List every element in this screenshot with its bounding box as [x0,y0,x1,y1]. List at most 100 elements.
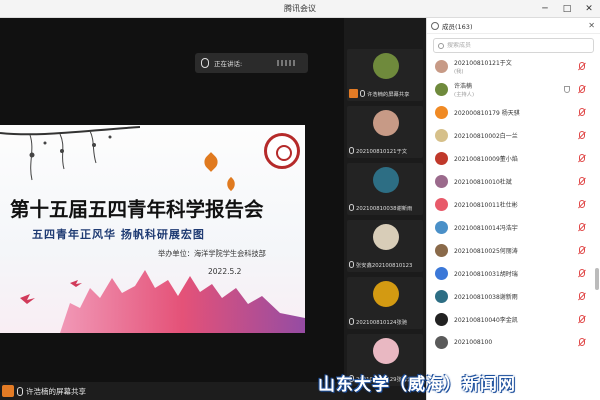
tile-label: 许浩楠的屏幕共享 [347,88,423,99]
speaking-indicator: 正在讲话: [195,53,308,73]
video-tile[interactable]: 张安鑫202100810123 [347,220,423,272]
minimize-icon[interactable]: ─ [540,3,550,15]
avatar [373,281,399,307]
member-row[interactable]: 202100810011杜仕彬 [427,193,600,216]
mic-muted-icon[interactable] [579,223,585,231]
member-list: 202100810121于文 (我) 许浩楠 (主持人) 202000810179 杨天… [427,55,600,354]
member-row[interactable]: 202100810002白一兰 [427,124,600,147]
search-icon [438,42,444,49]
member-row[interactable]: 202100810121于文 (我) [427,55,600,78]
member-name: 202100810025何丽涛 [454,248,518,255]
scrollbar[interactable] [595,268,599,290]
shared-screen-area: 正在讲话: 第十五届五四青年科学报告会 五四青年正风华 扬帆科研展宏图 举办单位… [0,18,344,400]
member-role: (主持人) [454,92,475,98]
mic-icon [349,147,354,154]
member-name: 202100810038谢新雨 [454,294,518,301]
screen-share-bar[interactable]: 许浩楠的屏幕共享 [0,382,344,400]
watermark: 山东大学（威海）新闻网 [318,375,516,395]
member-name: 2021008100 [454,339,493,346]
avatar [435,290,448,303]
members-title: 成员(163) [442,22,473,31]
member-name: 202100810002白一兰 [454,133,518,140]
video-tile[interactable]: 许浩楠的屏幕共享 [347,49,423,101]
share-label: 许浩楠的屏幕共享 [26,386,86,396]
avatar [435,198,448,211]
mic-muted-icon[interactable] [579,292,585,300]
member-row[interactable]: 202100810025何丽涛 [427,239,600,262]
member-name: 202100810014冯浩宇 [454,225,518,232]
avatar [435,129,448,142]
tile-label: 张安鑫202100810123 [347,259,423,270]
member-name: 202100810121于文 [454,60,512,67]
mic-muted-icon[interactable] [579,131,585,139]
member-row[interactable]: 202100810010杜斌 [427,170,600,193]
member-row[interactable]: 202100810040李金凯 [427,308,600,331]
member-name: 202000810179 杨天骐 [454,110,520,117]
mic-muted-icon[interactable] [579,200,585,208]
avatar [435,175,448,188]
member-name: 202100810010杜斌 [454,179,512,186]
mic-muted-icon[interactable] [579,269,585,277]
avatar [435,267,448,280]
avatar [435,313,448,326]
university-logo [264,133,300,169]
slide-title: 第十五届五四青年科学报告会 [10,198,264,221]
tree-branch-decoration [0,126,140,181]
member-search[interactable] [433,38,594,53]
avatar [373,167,399,193]
mic-muted-icon[interactable] [579,154,585,162]
screen-share-icon [349,89,358,98]
mic-muted-icon[interactable] [579,246,585,254]
search-input[interactable] [447,42,587,49]
window-controls: ─ □ ✕ [540,3,594,15]
slide-subtitle: 五四青年正风华 扬帆科研展宏图 [32,228,205,241]
member-row[interactable]: 202100810009董小焰 [427,147,600,170]
participant-name: 202100810038谢新雨 [356,205,413,212]
participant-name: 202100810121于文 [356,148,408,155]
members-panel: 成员(163) ✕ 202100810121于文 (我) 许浩楠 (主持人) 20200… [426,18,600,400]
mic-icon [201,58,209,68]
mic-muted-icon[interactable] [579,108,585,116]
avatar [435,152,448,165]
video-tile[interactable]: 202100810124张驰 [347,277,423,329]
member-row[interactable]: 许浩楠 (主持人) [427,78,600,101]
mic-icon [349,204,354,211]
maple-leaf-icon [223,176,239,192]
mic-icon [349,318,354,325]
avatar [435,336,448,349]
participant-name: 许浩楠的屏幕共享 [367,91,410,98]
host-shield-icon [564,86,570,93]
maple-leaf-icon [201,152,221,172]
video-tile[interactable]: 202100810038谢新雨 [347,163,423,215]
member-row[interactable]: 202100810014冯浩宇 [427,216,600,239]
mic-muted-icon[interactable] [579,85,585,93]
crowd-silhouette-decoration [20,270,305,333]
member-row[interactable]: 2021008100 [427,331,600,354]
member-row[interactable]: 202100810031胡时瑞 [427,262,600,285]
participant-name: 202100810124张驰 [356,319,408,326]
mic-muted-icon[interactable] [579,315,585,323]
mic-icon [349,261,354,268]
avatar [435,106,448,119]
member-name: 202100810031胡时瑞 [454,271,518,278]
avatar [373,110,399,136]
tile-label: 202100810038谢新雨 [347,202,423,213]
screen-share-icon [2,385,14,397]
avatar [373,53,399,79]
maximize-icon[interactable]: □ [562,3,572,15]
mic-muted-icon[interactable] [579,177,585,185]
member-name: 202100810009董小焰 [454,156,518,163]
member-row[interactable]: 202000810179 杨天骐 [427,101,600,124]
speaking-label: 正在讲话: [214,60,243,68]
participant-name: 张安鑫202100810123 [356,262,413,269]
video-tile[interactable]: 202100810121于文 [347,106,423,158]
member-role: (我) [454,69,464,75]
member-row[interactable]: 202100810038谢新雨 [427,285,600,308]
avatar [435,221,448,234]
person-icon [431,21,439,30]
mic-muted-icon[interactable] [579,62,585,70]
avatar [373,224,399,250]
close-icon[interactable]: ✕ [584,3,594,15]
mic-muted-icon[interactable] [579,338,585,346]
close-icon[interactable]: ✕ [588,21,595,30]
